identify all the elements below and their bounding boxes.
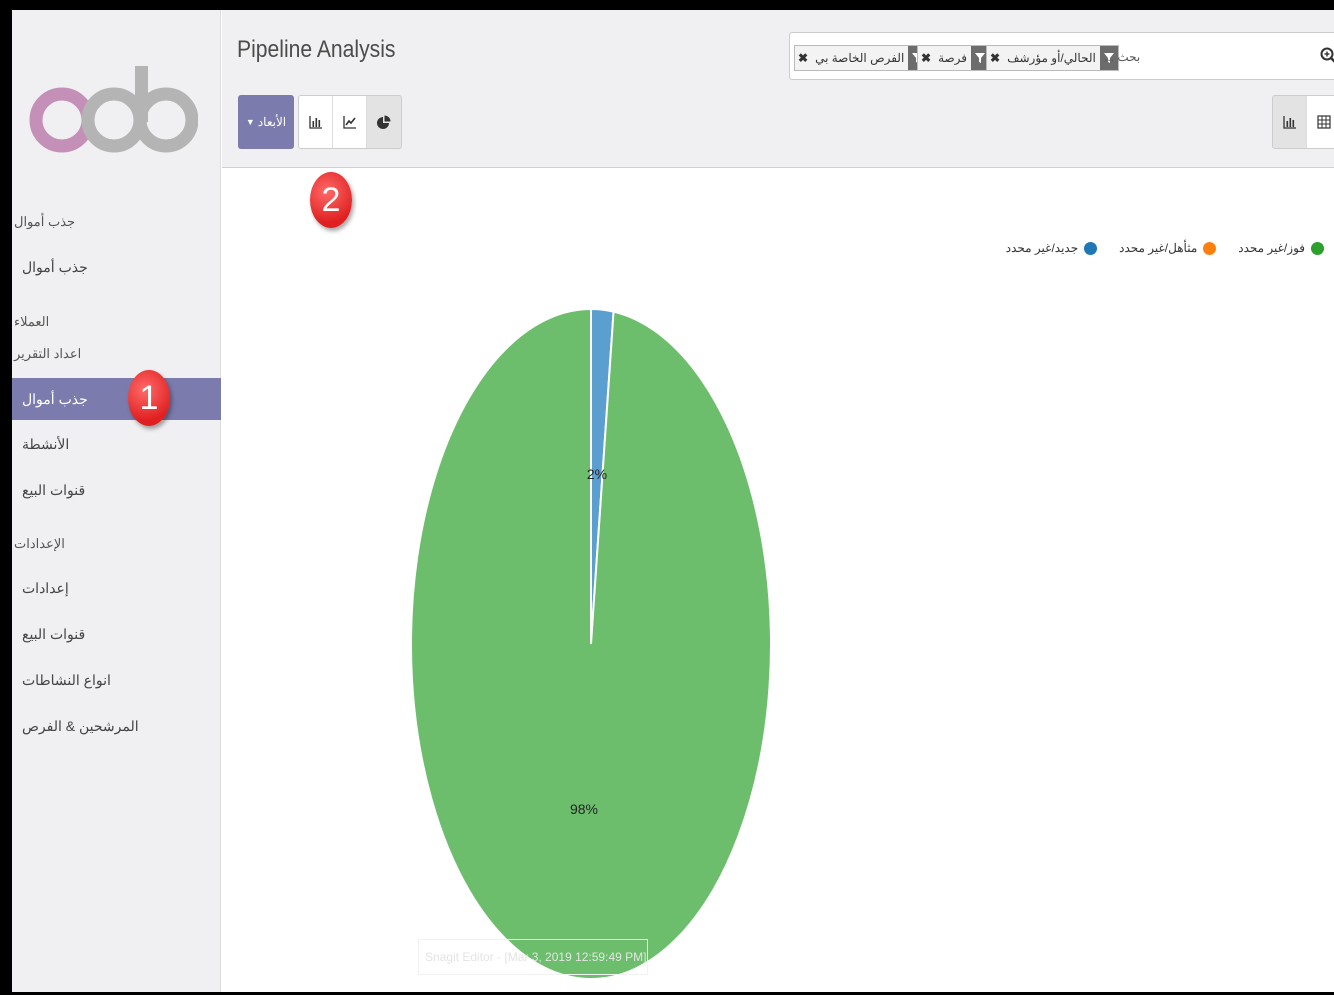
menu-item-fundraising-report[interactable]: جذب أموال <box>12 378 221 420</box>
odoo-logo[interactable] <box>28 60 198 170</box>
control-panel: Pipeline Analysis الفرص الخاصة بي ✖ فرصة… <box>222 10 1334 168</box>
menu-item-activity-types[interactable]: انواع النشاطات <box>12 659 221 701</box>
pie-chart: 2% 98% <box>410 307 772 980</box>
close-icon[interactable]: ✖ <box>918 51 934 65</box>
bar-chart-button[interactable] <box>299 96 333 148</box>
pie-slice-label: 98% <box>570 801 598 817</box>
pivot-view-button[interactable] <box>1307 96 1334 148</box>
search-icon[interactable] <box>1320 47 1334 65</box>
menu-item-activities[interactable]: الأنشطة <box>12 423 221 465</box>
search-facet-opportunity[interactable]: فرصة ✖ <box>917 45 991 71</box>
view-switcher <box>1272 95 1334 149</box>
measures-dropdown-button[interactable]: الأبعاد ▼ <box>238 95 294 149</box>
pie-slice[interactable] <box>410 307 772 980</box>
page-title: Pipeline Analysis <box>237 36 396 63</box>
search-facet-my-opportunities[interactable]: الفرص الخاصة بي ✖ <box>794 45 928 71</box>
line-chart-icon <box>342 116 356 129</box>
menu-header-settings: الإعدادات <box>14 536 65 551</box>
menu-item-fundraising[interactable]: جذب أموال <box>12 246 221 288</box>
menu-item-settings[interactable]: إعدادات <box>12 567 221 609</box>
bar-chart-icon <box>308 116 322 129</box>
caret-down-icon: ▼ <box>245 117 255 127</box>
search-facet-current-archived[interactable]: الحالي/أو مؤرشف ✖ <box>986 45 1119 71</box>
snagit-ghost-text: Snagit Editor - [Mar 3, 2019 12:59:49 PM… <box>418 939 648 975</box>
graph-mode-switcher <box>298 95 402 149</box>
graph-view-button[interactable] <box>1273 96 1307 148</box>
close-icon[interactable]: ✖ <box>987 51 1003 65</box>
graph-view-icon <box>1282 116 1296 129</box>
search-bar[interactable]: الفرص الخاصة بي ✖ فرصة ✖ الحالي/أو مؤرشف… <box>789 32 1334 80</box>
menu-header-customers[interactable]: العملاء <box>14 314 49 330</box>
menu-item-leads-opportunities[interactable]: المرشحين & الفرص <box>12 705 221 747</box>
close-icon[interactable]: ✖ <box>795 51 811 65</box>
search-input[interactable]: بحث ... <box>1104 50 1140 64</box>
graph-content: فوز/غير محدد مثأهل/غير محدد جديد/غير محد… <box>222 169 1334 992</box>
menu-item-sales-channels-config[interactable]: قنوات البيع <box>12 613 221 655</box>
pivot-view-icon <box>1316 115 1331 129</box>
screen: جذب أموال جذب أموال العملاء اعداد التقري… <box>12 10 1334 992</box>
menu-header-fundraising: جذب أموال <box>14 214 76 229</box>
pie-slice-label: 2% <box>587 466 607 482</box>
line-chart-button[interactable] <box>333 96 367 148</box>
annotation-badge-1: 1 <box>128 370 170 426</box>
menu-header-reporting: اعداد التقرير <box>14 346 82 361</box>
pie-chart-button[interactable] <box>367 96 401 148</box>
pie-chart-icon <box>377 115 391 129</box>
menu-item-sales-channels[interactable]: قنوات البيع <box>12 469 221 511</box>
sidebar: جذب أموال جذب أموال العملاء اعداد التقري… <box>12 10 221 992</box>
annotation-badge-2: 2 <box>310 172 352 228</box>
